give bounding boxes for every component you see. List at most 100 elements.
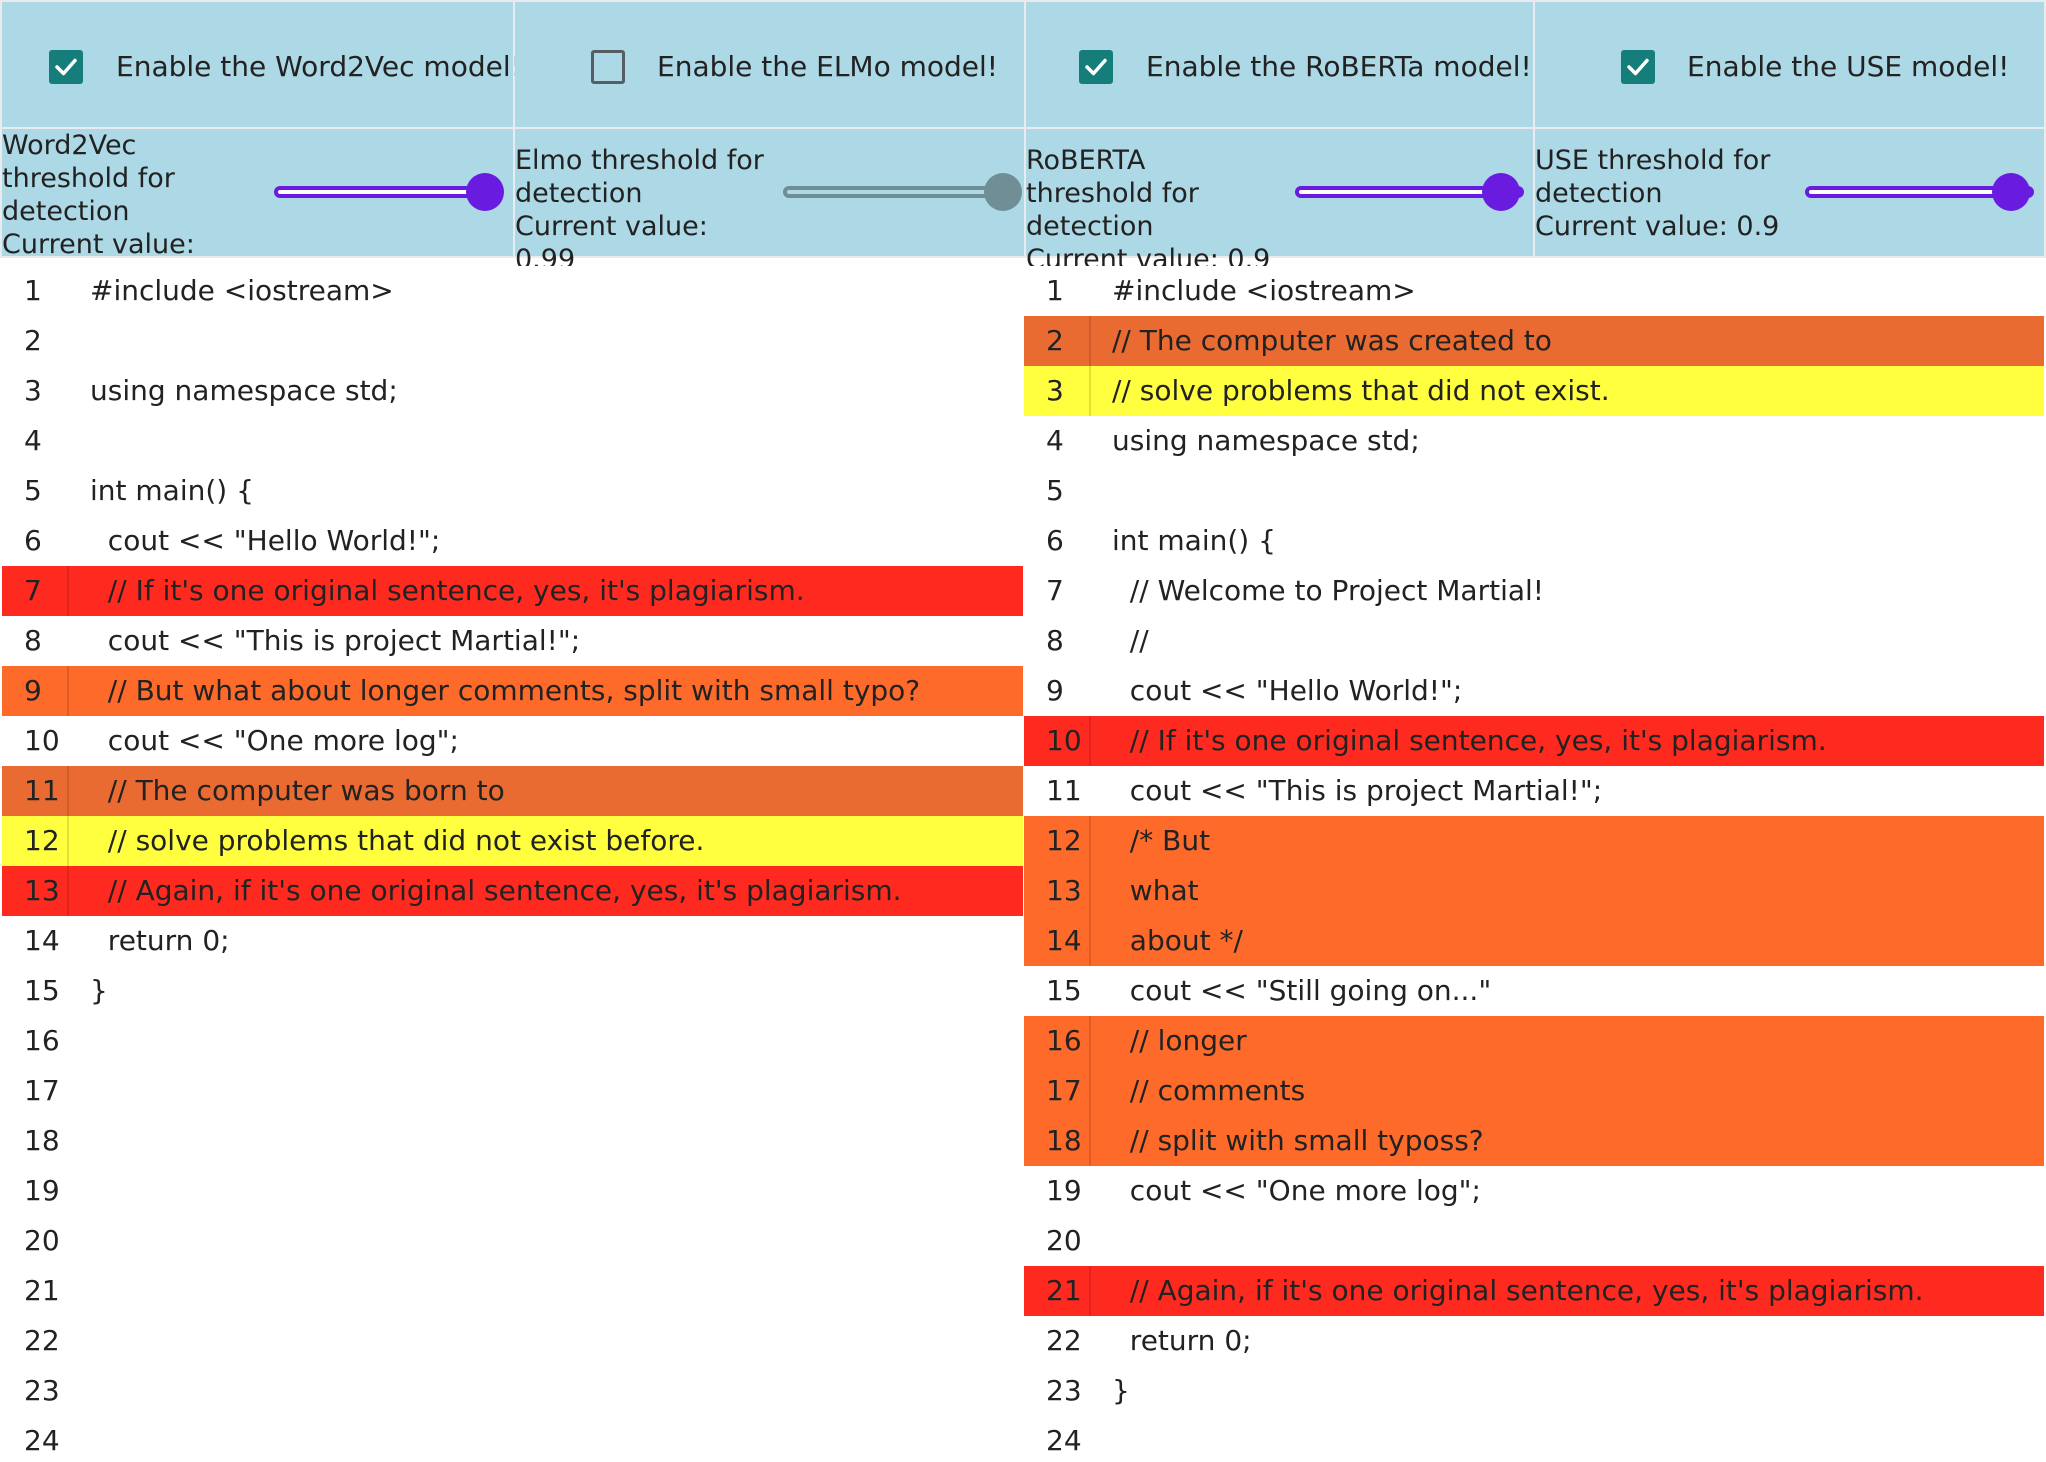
line-text: // If it's one original sentence, yes, i… bbox=[90, 574, 805, 607]
line-number: 1 bbox=[1046, 274, 1064, 307]
line-text: cout << "One more log"; bbox=[90, 724, 459, 757]
use-toggle[interactable]: Enable the USE model! bbox=[1535, 2, 2044, 127]
code-line: 11 cout << "This is project Martial!"; bbox=[1024, 766, 2044, 816]
use-toggle-label: Enable the USE model! bbox=[1687, 50, 2010, 83]
word2vec-threshold-label: Word2Vec threshold for detection bbox=[2, 130, 175, 227]
line-number: 16 bbox=[1024, 1016, 1091, 1066]
line-number: 5 bbox=[24, 474, 42, 507]
code-line: 10 // If it's one original sentence, yes… bbox=[1024, 716, 2044, 766]
line-number: 7 bbox=[2, 566, 69, 616]
line-number: 19 bbox=[24, 1174, 60, 1207]
line-text: int main() { bbox=[90, 474, 254, 507]
line-text: // longer bbox=[1112, 1024, 1247, 1057]
line-text: } bbox=[90, 974, 108, 1007]
line-text bbox=[71, 316, 1023, 366]
line-number: 3 bbox=[24, 374, 42, 407]
use-threshold-label: USE threshold for detection bbox=[1535, 145, 1771, 209]
line-number: 1 bbox=[24, 274, 42, 307]
line-number: 20 bbox=[1046, 1224, 1082, 1257]
word2vec-toggle-label: Enable the Word2Vec model! bbox=[116, 50, 522, 83]
line-text: // bbox=[1112, 624, 1149, 657]
code-line: 8 cout << "This is project Martial!"; bbox=[2, 616, 1023, 666]
line-text: #include <iostream> bbox=[90, 274, 394, 307]
line-text bbox=[1093, 1416, 2044, 1462]
line-number: 21 bbox=[1024, 1266, 1091, 1316]
line-number: 9 bbox=[1046, 674, 1064, 707]
code-line: 6 cout << "Hello World!"; bbox=[2, 516, 1023, 566]
slider-thumb[interactable] bbox=[983, 173, 1022, 211]
code-line: 17 // comments bbox=[1024, 1066, 2044, 1116]
line-text bbox=[1093, 1216, 2044, 1266]
code-line: 1 #include <iostream> bbox=[2, 266, 1023, 316]
code-line: 19 cout << "One more log"; bbox=[1024, 1166, 2044, 1216]
line-text: about */ bbox=[1112, 924, 1243, 957]
elmo-toggle[interactable]: Enable the ELMo model! bbox=[515, 2, 1024, 127]
line-text: // solve problems that did not exist bef… bbox=[90, 824, 705, 857]
line-number: 10 bbox=[24, 724, 60, 757]
code-line: 3 using namespace std; bbox=[2, 366, 1023, 416]
line-number: 2 bbox=[24, 324, 42, 357]
line-text: #include <iostream> bbox=[1112, 274, 1416, 307]
line-text: // Welcome to Project Martial! bbox=[1112, 574, 1545, 607]
elmo-threshold: Elmo threshold for detection Current val… bbox=[515, 129, 1024, 275]
code-line: 23 bbox=[2, 1366, 1023, 1416]
line-text: // comments bbox=[1112, 1074, 1306, 1107]
code-line: 19 bbox=[2, 1166, 1023, 1216]
line-text: // Again, if it's one original sentence,… bbox=[90, 874, 902, 907]
line-text: // split with small typoss? bbox=[1112, 1124, 1484, 1157]
slider-thumb[interactable] bbox=[1992, 173, 2031, 211]
roberta-threshold-label: RoBERTA threshold for detection bbox=[1026, 145, 1199, 242]
code-line: 9 cout << "Hello World!"; bbox=[1024, 666, 2044, 716]
line-text: cout << "Still going on..." bbox=[1112, 974, 1492, 1007]
line-number: 18 bbox=[24, 1124, 60, 1157]
line-text: cout << "This is project Martial!"; bbox=[90, 624, 581, 657]
code-line: 15 cout << "Still going on..." bbox=[1024, 966, 2044, 1016]
line-text bbox=[71, 1066, 1023, 1116]
line-number: 9 bbox=[2, 666, 69, 716]
control-panel: Enable the Word2Vec model! Enable the EL… bbox=[0, 0, 2046, 293]
code-line: 11 // The computer was born to bbox=[2, 766, 1023, 816]
roberta-threshold: RoBERTA threshold for detection Current … bbox=[1026, 129, 1533, 275]
line-number: 8 bbox=[1046, 624, 1064, 657]
line-text: cout << "One more log"; bbox=[1112, 1174, 1481, 1207]
line-text bbox=[71, 1216, 1023, 1266]
roberta-toggle-label: Enable the RoBERTa model! bbox=[1146, 50, 1532, 83]
code-line: 7 // Welcome to Project Martial! bbox=[1024, 566, 2044, 616]
slider-track bbox=[274, 186, 492, 198]
use-threshold: USE threshold for detection Current valu… bbox=[1535, 129, 2044, 256]
line-text: cout << "Hello World!"; bbox=[1112, 674, 1463, 707]
line-number: 23 bbox=[24, 1374, 60, 1407]
elmo-checkbox[interactable] bbox=[591, 50, 625, 84]
right-code-pane: 1 #include <iostream> 2 // The computer was… bbox=[1024, 266, 2044, 1462]
code-line: 14 about */ bbox=[1024, 916, 2044, 966]
code-line: 5 int main() { bbox=[2, 466, 1023, 516]
line-number: 4 bbox=[24, 424, 42, 457]
code-line: 10 cout << "One more log"; bbox=[2, 716, 1023, 766]
line-number: 2 bbox=[1024, 316, 1091, 366]
word2vec-checkbox[interactable] bbox=[49, 50, 83, 84]
line-number: 24 bbox=[1046, 1424, 1082, 1457]
line-text bbox=[71, 1116, 1023, 1166]
elmo-toggle-label: Enable the ELMo model! bbox=[657, 50, 999, 83]
code-line: 20 bbox=[1024, 1216, 2044, 1266]
line-text bbox=[71, 1316, 1023, 1366]
slider-thumb[interactable] bbox=[466, 173, 505, 211]
word2vec-threshold: Word2Vec threshold for detection Current… bbox=[2, 129, 513, 293]
left-code-pane: 1 #include <iostream> 2 3 using namespace st… bbox=[2, 266, 1023, 1462]
line-number: 14 bbox=[1024, 916, 1091, 966]
line-number: 8 bbox=[24, 624, 42, 657]
line-text: int main() { bbox=[1112, 524, 1276, 557]
line-text bbox=[71, 1366, 1023, 1416]
roberta-checkbox[interactable] bbox=[1079, 50, 1113, 84]
code-line: 16 // longer bbox=[1024, 1016, 2044, 1066]
line-text: // The computer was created to bbox=[1112, 324, 1552, 357]
code-line: 12 // solve problems that did not exist … bbox=[2, 816, 1023, 866]
checkmark-icon bbox=[1085, 58, 1107, 76]
slider-thumb[interactable] bbox=[1482, 173, 1521, 211]
line-number: 7 bbox=[1046, 574, 1064, 607]
word2vec-toggle[interactable]: Enable the Word2Vec model! bbox=[2, 2, 522, 127]
use-checkbox[interactable] bbox=[1621, 50, 1655, 84]
line-text bbox=[71, 1266, 1023, 1316]
code-line: 6 int main() { bbox=[1024, 516, 2044, 566]
roberta-toggle[interactable]: Enable the RoBERTa model! bbox=[1026, 2, 1533, 127]
